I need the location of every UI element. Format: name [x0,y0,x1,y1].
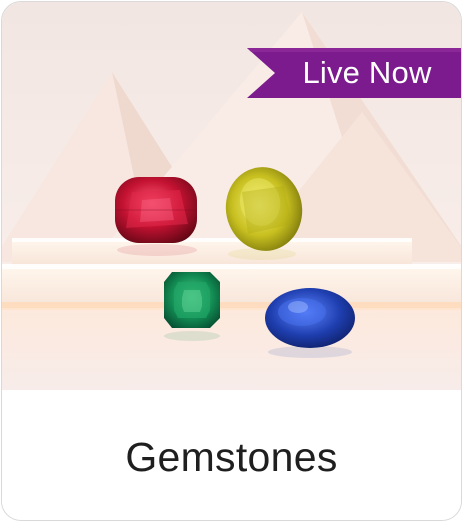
live-now-label: Live Now [302,55,432,90]
gemstones-product-image: Live Now [2,2,461,390]
ruby-gem [115,177,197,243]
emerald-gem [164,272,220,328]
live-now-badge: Live Now [247,48,461,98]
card-footer: Gemstones [2,390,461,520]
category-title: Gemstones [125,434,338,480]
gemstones-category-card[interactable]: Live Now Gemstones [1,1,462,521]
blue-sapphire-gem [265,288,355,348]
